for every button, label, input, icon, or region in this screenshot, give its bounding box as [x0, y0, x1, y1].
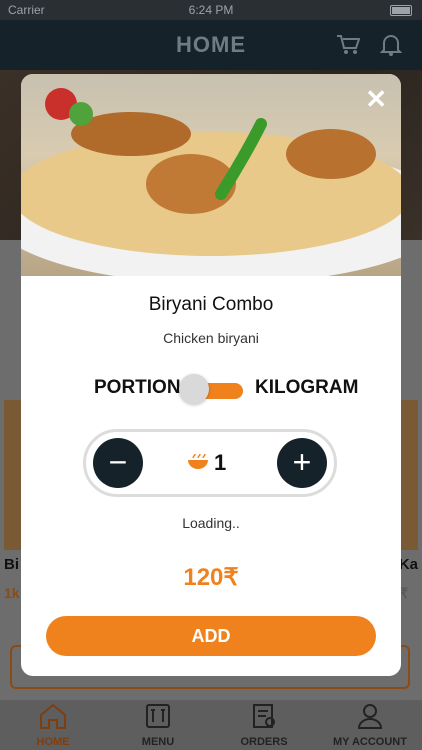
product-modal: ✕ Biryani Combo Chicken biryani PORTION … — [21, 74, 401, 676]
dish-image: ✕ — [21, 74, 401, 284]
status-time: 6:24 PM — [188, 3, 234, 17]
battery-icon — [390, 5, 412, 16]
toggle-label-kilogram: KILOGRAM — [255, 377, 359, 398]
orders-icon — [253, 704, 275, 728]
loading-text: Loading.. — [182, 515, 240, 531]
decrement-button[interactable]: − — [93, 438, 143, 488]
dish-title: Biryani Combo — [148, 294, 274, 315]
nav-item-home[interactable]: HOME — [13, 702, 93, 748]
nav-item-menu[interactable]: MENU — [118, 702, 198, 748]
nav-label: HOME — [36, 736, 70, 748]
toggle-knob — [179, 374, 209, 404]
quantity-stepper: − 1 + — [83, 429, 337, 497]
add-button[interactable]: ADD — [46, 616, 376, 656]
increment-button[interactable]: + — [277, 438, 327, 488]
account-icon — [357, 704, 383, 729]
cart-icon[interactable] — [336, 34, 361, 61]
quantity-value: 1 — [214, 450, 227, 475]
bell-icon[interactable] — [379, 32, 403, 61]
menu-card-image — [400, 400, 418, 550]
app-header: HOME — [0, 20, 422, 70]
menu-card-image — [4, 400, 22, 550]
menu-card-price: 1k — [4, 585, 20, 601]
menu-card-title: Ka — [398, 556, 418, 573]
price-label: 120₹ — [183, 564, 239, 591]
status-bar: Carrier 6:24 PM — [0, 0, 422, 20]
dish-subtitle: Chicken biryani — [163, 330, 259, 346]
close-icon[interactable]: ✕ — [365, 86, 387, 112]
menu-card-title: Bi — [4, 556, 19, 573]
unit-toggle-row: PORTION KILOGRAM — [21, 374, 401, 404]
nav-item-account[interactable]: MY ACCOUNT — [328, 702, 412, 748]
toggle-label-portion: PORTION — [94, 377, 181, 398]
bowl-icon — [187, 453, 209, 475]
nav-label: MY ACCOUNT — [333, 736, 407, 748]
home-icon — [40, 703, 66, 729]
bottom-nav: HOME MENU ORDERS MY ACCOUNT — [0, 700, 422, 750]
unit-toggle[interactable] — [179, 374, 245, 404]
nav-label: ORDERS — [240, 736, 288, 748]
menu-icon — [146, 704, 170, 728]
nav-item-orders[interactable]: ORDERS — [224, 702, 304, 748]
nav-label: MENU — [141, 736, 175, 748]
